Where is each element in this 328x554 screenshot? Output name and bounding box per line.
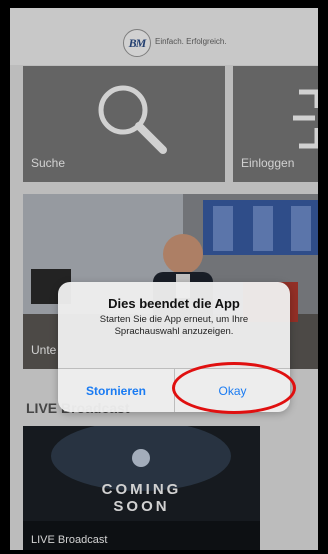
alert-title: Dies beendet die App [108,296,240,311]
okay-button[interactable]: Okay [175,369,290,412]
alert-message: Starten Sie die App erneut, um Ihre Spra… [99,314,249,337]
cancel-button[interactable]: Stornieren [58,369,174,412]
phone-screen: BM Einfach. Erfolgreich. Suche Einloggen [10,8,318,550]
dim-overlay [10,8,318,550]
alert-dialog: Dies beendet die App Starten Sie die App… [58,282,290,412]
